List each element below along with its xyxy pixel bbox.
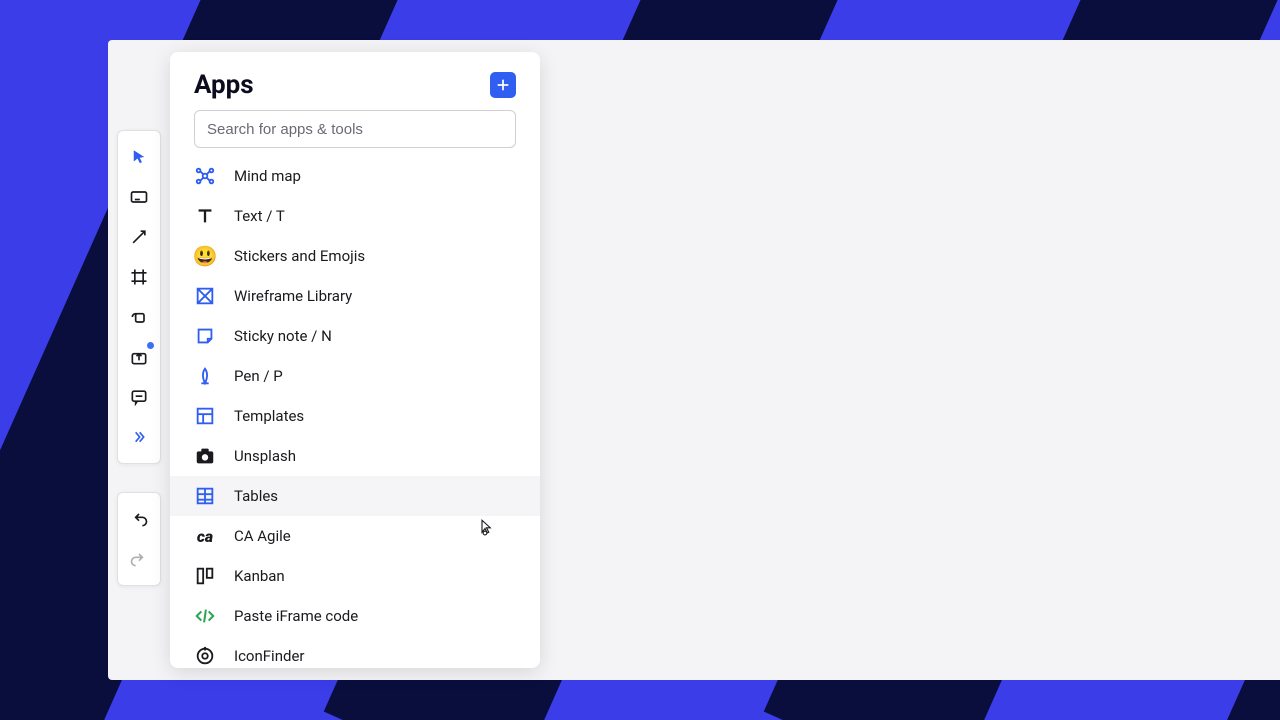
app-label: Wireframe Library <box>234 287 352 305</box>
tables-icon <box>194 485 216 507</box>
redo-button[interactable] <box>119 539 159 579</box>
app-item-ca[interactable]: ca CA Agile <box>170 516 540 556</box>
app-item-kanban[interactable]: Kanban <box>170 556 540 596</box>
pen-icon <box>194 365 216 387</box>
comment-tool[interactable] <box>119 377 159 417</box>
add-app-button[interactable] <box>490 72 516 98</box>
iconfinder-icon <box>194 645 216 667</box>
left-toolbar <box>117 130 161 464</box>
apps-title: Apps <box>194 70 254 100</box>
app-item-mindmap[interactable]: Mind map <box>170 156 540 196</box>
history-toolbar <box>117 492 161 586</box>
app-item-pen[interactable]: Pen / P <box>170 356 540 396</box>
iframe-icon <box>194 605 216 627</box>
app-label: Stickers and Emojis <box>234 247 365 265</box>
sticky-icon <box>194 325 216 347</box>
app-item-text[interactable]: Text / T <box>170 196 540 236</box>
app-item-tables[interactable]: Tables <box>170 476 540 516</box>
frame-tool[interactable] <box>119 257 159 297</box>
app-label: Pen / P <box>234 367 283 385</box>
app-label: CA Agile <box>234 527 291 545</box>
kanban-icon <box>194 565 216 587</box>
app-label: Text / T <box>234 207 285 225</box>
app-item-iframe[interactable]: Paste iFrame code <box>170 596 540 636</box>
wireframe-icon <box>194 285 216 307</box>
upload-tool[interactable] <box>119 337 159 377</box>
apps-panel: Apps Mind map Text / T 😃 Stickers and Emoji… <box>170 52 540 668</box>
app-label: Paste iFrame code <box>234 607 358 625</box>
arrow-tool[interactable] <box>119 217 159 257</box>
card-tool[interactable] <box>119 177 159 217</box>
app-label: Sticky note / N <box>234 327 332 345</box>
app-item-sticky[interactable]: Sticky note / N <box>170 316 540 356</box>
notification-dot-icon <box>147 342 154 349</box>
app-item-camera[interactable]: Unsplash <box>170 436 540 476</box>
apps-list: Mind map Text / T 😃 Stickers and Emojis Wire… <box>170 156 540 668</box>
search-input[interactable] <box>194 110 516 148</box>
app-label: Kanban <box>234 567 285 585</box>
camera-icon <box>194 445 216 467</box>
app-label: IconFinder <box>234 647 305 665</box>
app-item-wireframe[interactable]: Wireframe Library <box>170 276 540 316</box>
templates-icon <box>194 405 216 427</box>
app-item-templates[interactable]: Templates <box>170 396 540 436</box>
ca-icon: ca <box>194 525 216 547</box>
expand-tools[interactable] <box>119 417 159 457</box>
app-label: Tables <box>234 487 278 505</box>
app-label: Templates <box>234 407 304 425</box>
text-icon <box>194 205 216 227</box>
app-item-iconfinder[interactable]: IconFinder <box>170 636 540 668</box>
app-label: Mind map <box>234 167 301 185</box>
undo-button[interactable] <box>119 499 159 539</box>
app-label: Unsplash <box>234 447 296 465</box>
cursor-tool[interactable] <box>119 137 159 177</box>
emoji-icon: 😃 <box>194 245 216 267</box>
app-item-emoji[interactable]: 😃 Stickers and Emojis <box>170 236 540 276</box>
mindmap-icon <box>194 165 216 187</box>
rotate-tool[interactable] <box>119 297 159 337</box>
